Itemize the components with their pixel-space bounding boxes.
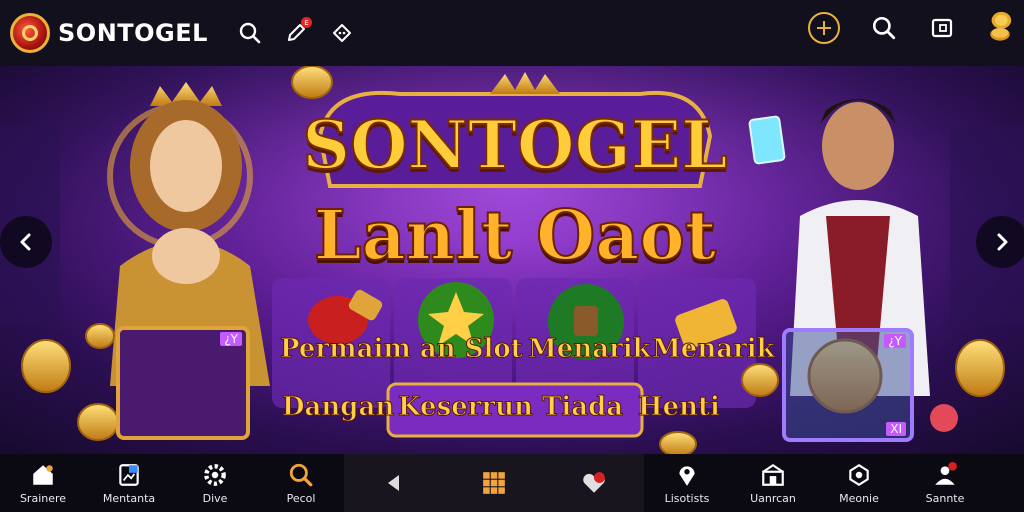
tagline-right: Menarik [652, 334, 776, 365]
grid-icon[interactable] [480, 469, 508, 497]
nav-item-pecol[interactable]: Pecol [258, 454, 344, 512]
nav-label: Sannte [925, 491, 965, 505]
panel-right-bottom-tag: XI [886, 422, 906, 436]
nav-label: Dive [202, 491, 228, 505]
profile-icon [935, 461, 957, 485]
bottom-nav: Srainere Mentanta Dive Pecol Lisotists U… [0, 454, 1024, 512]
subline-right: Henti [638, 392, 721, 423]
gear-icon [204, 463, 226, 486]
nav-item-meonie[interactable]: Meonie [816, 454, 902, 512]
store-icon [762, 463, 784, 486]
nav-item-sannte[interactable]: Sannte [902, 454, 988, 512]
chat-icon[interactable] [328, 19, 356, 47]
nav-item-lisotists[interactable]: Lisotists [644, 454, 730, 512]
panel-right[interactable]: ¿Y XI [782, 328, 914, 442]
refresh-icon [849, 463, 869, 486]
home-icon [33, 464, 53, 485]
banner-title: SONTOGEL [301, 105, 728, 185]
search-icon [289, 463, 313, 486]
heart-icon[interactable] [580, 469, 608, 497]
tablet-icon[interactable] [928, 14, 956, 42]
chevron-left-icon [20, 233, 31, 251]
nav-label: Uanrcan [750, 491, 796, 505]
banner-subtitle: Lanlt Oaot [313, 195, 717, 277]
document-icon [119, 463, 139, 486]
tagline-mid: Menarik [528, 334, 652, 365]
top-bar: SONTOGEL E [0, 0, 1024, 66]
carousel-prev-button[interactable] [0, 216, 52, 268]
nav-label: Lisotists [664, 491, 710, 505]
panel-left-tag: ¿Y [220, 332, 242, 346]
nav-item-uanrcan[interactable]: Uanrcan [730, 454, 816, 512]
nav-label: Pecol [286, 491, 316, 505]
nav-item-srainere[interactable]: Srainere [0, 454, 86, 512]
pin-icon [679, 465, 695, 486]
nav-label: Meonie [839, 491, 879, 505]
back-icon[interactable] [380, 469, 408, 497]
target-icon[interactable] [808, 12, 840, 44]
coin-stack-icon [986, 11, 1014, 42]
logo-icon[interactable] [10, 13, 50, 53]
panel-left[interactable]: ¿Y [116, 326, 250, 440]
panel-right-tag: ¿Y [884, 334, 906, 348]
chevron-right-icon [997, 233, 1008, 251]
nav-center-group [344, 454, 644, 512]
nav-item-dive[interactable]: Dive [172, 454, 258, 512]
nav-label: Mentanta [102, 491, 156, 505]
pencil-badge-icon[interactable]: E [282, 17, 312, 47]
nav-item-mentanta[interactable]: Mentanta [86, 454, 172, 512]
search-icon[interactable] [236, 19, 264, 47]
carousel-next-button[interactable] [976, 216, 1024, 268]
subline-left: Dangan [281, 392, 395, 423]
promo-banner[interactable]: ¿Y ¿Y XI SONTOGEL Lanlt Oaot Permaim an … [0, 66, 1024, 454]
nav-label: Srainere [19, 491, 67, 505]
search-icon[interactable] [870, 14, 898, 42]
tagline-left: Permaim an Slot [280, 334, 524, 365]
brand-name[interactable]: SONTOGEL [58, 19, 208, 47]
subline-box-text: Keserrun Tiada [397, 392, 624, 423]
